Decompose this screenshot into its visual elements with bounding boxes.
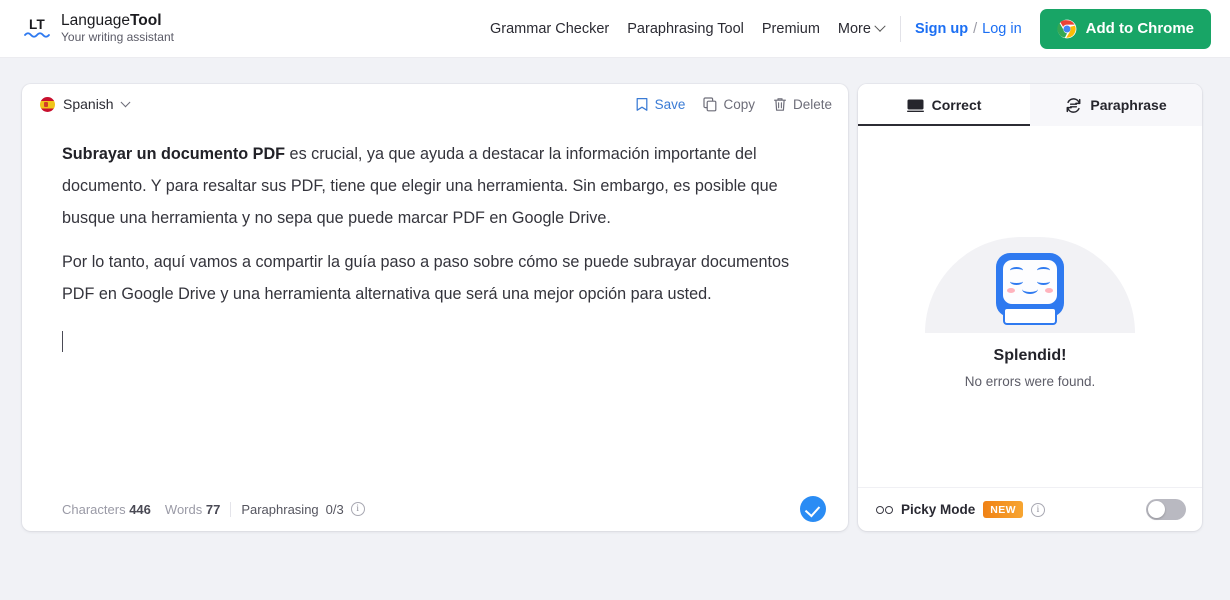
copy-icon (703, 96, 717, 111)
mascot-cheek-right (1045, 287, 1053, 293)
signup-link[interactable]: Sign up (915, 21, 968, 37)
nav-item-paraphrasing-tool[interactable]: Paraphrasing Tool (618, 21, 753, 37)
mascot-face (1003, 259, 1057, 304)
trash-icon (773, 97, 786, 111)
nav-more-label: More (837, 20, 871, 37)
site-header: LT LanguageTool Your writing assistant G… (0, 0, 1230, 58)
tab-correct-label: Correct (931, 97, 982, 113)
copy-button[interactable]: Copy (703, 97, 755, 112)
mascot-smile (1022, 284, 1038, 294)
editor-textarea[interactable]: Subrayar un documento PDF es crucial, ya… (22, 124, 848, 494)
brand-tagline: Your writing assistant (61, 30, 174, 44)
brand-name-bold: Tool (129, 12, 162, 29)
languagetool-logo-icon: LT (22, 14, 52, 44)
editor-status-bar: Characters 446 Words 77 Paraphrasing 0/3… (22, 487, 848, 531)
logo-wave-icon (24, 32, 50, 38)
mascot-eye-right (1037, 278, 1050, 285)
header-divider (899, 15, 901, 42)
words-stat: Words 77 (165, 502, 220, 517)
characters-label: Characters (62, 501, 126, 517)
spain-flag-icon (40, 96, 55, 112)
tab-paraphrase-label: Paraphrase (1090, 97, 1167, 113)
login-link[interactable]: Log in (982, 21, 1022, 37)
editor-toolbar: Spanish Save Copy Delete (22, 84, 848, 124)
nav-item-premium[interactable]: Premium (753, 21, 829, 37)
tab-paraphrase[interactable]: Paraphrase (1030, 84, 1202, 126)
text-caret (62, 331, 64, 353)
assistant-footer: Picky Mode NEW i (858, 487, 1202, 531)
words-value: 77 (205, 501, 221, 517)
new-badge: NEW (983, 501, 1023, 518)
brand-name-light: Language (61, 12, 130, 29)
mascot-eyebrow-right (1037, 266, 1050, 274)
logo-lt-text: LT (28, 17, 46, 32)
words-label: Words (164, 501, 203, 517)
assistant-panel: Correct Paraphrase Splendid! No errors w… (858, 84, 1202, 531)
editor-paragraph-1: Subrayar un documento PDF es crucial, ya… (62, 138, 816, 234)
language-name: Spanish (63, 96, 114, 112)
copy-label: Copy (723, 96, 755, 112)
add-to-chrome-button[interactable]: Add to Chrome (1039, 8, 1211, 49)
picky-mode-label: Picky Mode (901, 502, 976, 517)
status-divider (230, 501, 232, 517)
editor-panel: Spanish Save Copy Delete Subrayar un doc… (22, 84, 848, 531)
mascot-robot (996, 252, 1064, 325)
add-to-chrome-label: Add to Chrome (1085, 20, 1194, 37)
nav-item-grammar-checker[interactable]: Grammar Checker (481, 21, 618, 37)
picky-mode-toggle[interactable] (1146, 499, 1186, 520)
robot-mascot-icon (925, 225, 1135, 333)
auth-separator: / (973, 20, 978, 37)
chrome-icon (1057, 19, 1077, 38)
auth-links: Sign up / Log in (915, 21, 1022, 37)
brand-title: LanguageTool (61, 12, 174, 30)
refresh-icon (1066, 97, 1081, 113)
save-button[interactable]: Save (635, 96, 686, 112)
assistant-tabs: Correct Paraphrase (858, 84, 1202, 126)
delete-button[interactable]: Delete (773, 97, 832, 112)
result-title: Splendid! (993, 346, 1067, 364)
assistant-result: Splendid! No errors were found. (858, 126, 1202, 487)
main-navigation: Grammar Checker Paraphrasing Tool Premiu… (481, 8, 1230, 49)
mascot-cheek-left (1007, 287, 1015, 293)
chevron-down-icon (120, 96, 131, 107)
save-label: Save (654, 96, 686, 112)
brand-logo[interactable]: LT LanguageTool Your writing assistant (22, 12, 174, 45)
tab-correct[interactable]: Correct (858, 84, 1030, 126)
editor-empty-line (62, 322, 816, 354)
paraphrasing-value: 0/3 (325, 501, 344, 517)
nav-item-more[interactable]: More (829, 20, 888, 37)
characters-stat: Characters 446 (62, 502, 151, 517)
paraphrasing-stat: Paraphrasing 0/3 i (241, 501, 365, 517)
result-subtitle: No errors were found. (964, 373, 1096, 389)
info-icon[interactable]: i (1030, 502, 1045, 517)
bookmark-icon (636, 97, 648, 111)
editor-bold-phrase: Subrayar un documento PDF (62, 145, 286, 163)
delete-label: Delete (792, 96, 832, 112)
glasses-icon (876, 505, 893, 514)
characters-value: 446 (129, 501, 151, 517)
picky-mode-row: Picky Mode NEW i (876, 501, 1045, 518)
chevron-down-icon (874, 20, 886, 32)
editor-actions: Save Copy Delete (635, 97, 832, 112)
paraphrasing-label: Paraphrasing (241, 501, 319, 517)
mascot-eyebrow-left (1010, 266, 1023, 274)
info-icon[interactable]: i (350, 502, 365, 516)
keyboard-icon (906, 99, 924, 112)
language-selector[interactable]: Spanish (40, 96, 131, 112)
check-text-button[interactable] (800, 496, 826, 522)
main-content: Spanish Save Copy Delete Subrayar un doc… (0, 58, 1230, 600)
editor-paragraph-2: Por lo tanto, aquí vamos a compartir la … (62, 253, 790, 303)
mascot-paper-slot (1003, 306, 1057, 325)
